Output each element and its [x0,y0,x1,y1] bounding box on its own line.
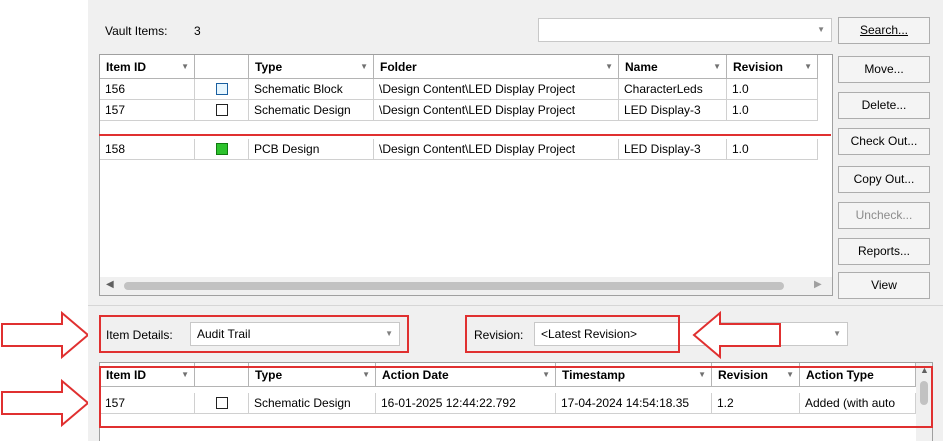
table-row-157-type[interactable]: Schematic Design [249,100,374,121]
schematic-design-icon [215,104,228,116]
chevron-down-icon: ▼ [605,62,613,71]
scroll-right-icon[interactable]: ▶ [814,279,822,290]
column-header-folder[interactable]: Folder ▼ [374,55,619,79]
view-button[interactable]: View [838,272,930,299]
pcb-design-icon [215,143,228,155]
horizontal-scrollbar[interactable]: ◀ ▶ [100,277,832,295]
vault-items-grid[interactable]: Item ID ▼ Type ▼ Folder ▼ Name ▼ Revision ▼ 1… [99,54,833,296]
table-row-157-folder[interactable]: \Design Content\LED Display Project [374,100,619,121]
chevron-down-icon: ▼ [713,62,721,71]
annotation-box-item-details [99,315,409,353]
section-divider [88,305,943,306]
schematic-block-icon [215,83,228,95]
column-header-item-id[interactable]: Item ID ▼ [100,55,195,79]
table-row-156-type[interactable]: Schematic Block [249,79,374,100]
copy-out-button[interactable]: Copy Out... [838,166,930,193]
chevron-down-icon: ▼ [817,25,825,34]
table-row-157-id[interactable]: 157 [100,100,195,121]
table-row-156-folder[interactable]: \Design Content\LED Display Project [374,79,619,100]
scroll-left-icon[interactable]: ◀ [106,279,114,290]
table-row-158-folder[interactable]: \Design Content\LED Display Project [374,139,619,160]
table-row-158-name[interactable]: LED Display-3 [619,139,727,160]
annotation-arrow-revision [692,310,781,360]
table-row-158-revision[interactable]: 1.0 [727,139,818,160]
table-row-157-revision[interactable]: 1.0 [727,100,818,121]
table-row-156-id[interactable]: 156 [100,79,195,100]
column-header-name[interactable]: Name ▼ [619,55,727,79]
reports-button[interactable]: Reports... [838,238,930,265]
vault-items-count: 3 [194,24,201,38]
search-button[interactable]: Search... [838,17,930,44]
table-row-158-type[interactable]: PCB Design [249,139,374,160]
table-row-157-name[interactable]: LED Display-3 [619,100,727,121]
annotation-arrow-item-details [1,310,90,360]
column-header-type[interactable]: Type ▼ [249,55,374,79]
move-button[interactable]: Move... [838,56,930,83]
chevron-down-icon: ▼ [181,62,189,71]
delete-button[interactable]: Delete... [838,92,930,119]
chevron-down-icon: ▼ [804,62,812,71]
annotation-box-audit-grid [99,366,933,428]
table-row-158-id[interactable]: 158 [100,139,195,160]
table-row-156-revision[interactable]: 1.0 [727,79,818,100]
check-out-button[interactable]: Check Out... [838,128,930,155]
vault-filter-combo[interactable]: ▼ [538,18,832,42]
annotation-red-line [99,134,831,136]
scrollbar-thumb[interactable] [124,282,784,290]
column-header-revision[interactable]: Revision ▼ [727,55,818,79]
vault-items-label: Vault Items: [105,24,168,38]
annotation-box-revision [465,315,680,353]
uncheck-button[interactable]: Uncheck... [838,202,930,229]
chevron-down-icon: ▼ [360,62,368,71]
annotation-arrow-audit-grid [1,378,90,428]
column-header-icon[interactable] [195,55,249,79]
table-row-156-name[interactable]: CharacterLeds [619,79,727,100]
chevron-down-icon: ▼ [833,329,841,338]
